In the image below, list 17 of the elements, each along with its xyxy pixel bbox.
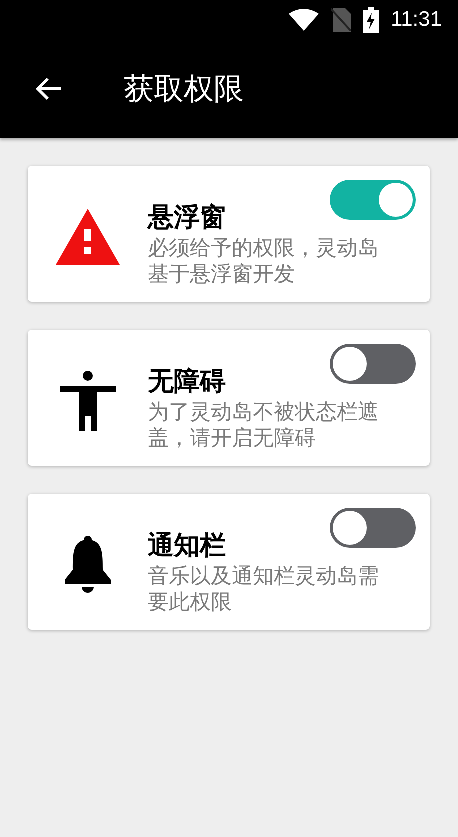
permission-description: 必须给予的权限，灵动岛基于悬浮窗开发 <box>148 235 380 288</box>
toggle-switch[interactable] <box>330 180 416 220</box>
battery-charging-icon <box>363 7 379 33</box>
warning-icon <box>56 209 120 265</box>
no-sim-icon <box>331 8 351 32</box>
permission-description: 音乐以及通知栏灵动岛需要此权限 <box>148 563 380 616</box>
clock-time: 11:31 <box>391 8 442 32</box>
toggle-switch[interactable] <box>330 508 416 548</box>
toggle-switch[interactable] <box>330 344 416 384</box>
permission-title: 通知栏 <box>148 530 227 563</box>
wifi-icon <box>289 9 319 31</box>
permission-description: 为了灵动岛不被状态栏遮盖，请开启无障碍 <box>148 399 380 452</box>
screen-title: 获取权限 <box>124 70 244 108</box>
permission-title: 无障碍 <box>148 366 227 399</box>
permission-title: 悬浮窗 <box>148 202 227 235</box>
accessibility-icon <box>60 371 116 431</box>
bell-icon <box>65 536 111 594</box>
